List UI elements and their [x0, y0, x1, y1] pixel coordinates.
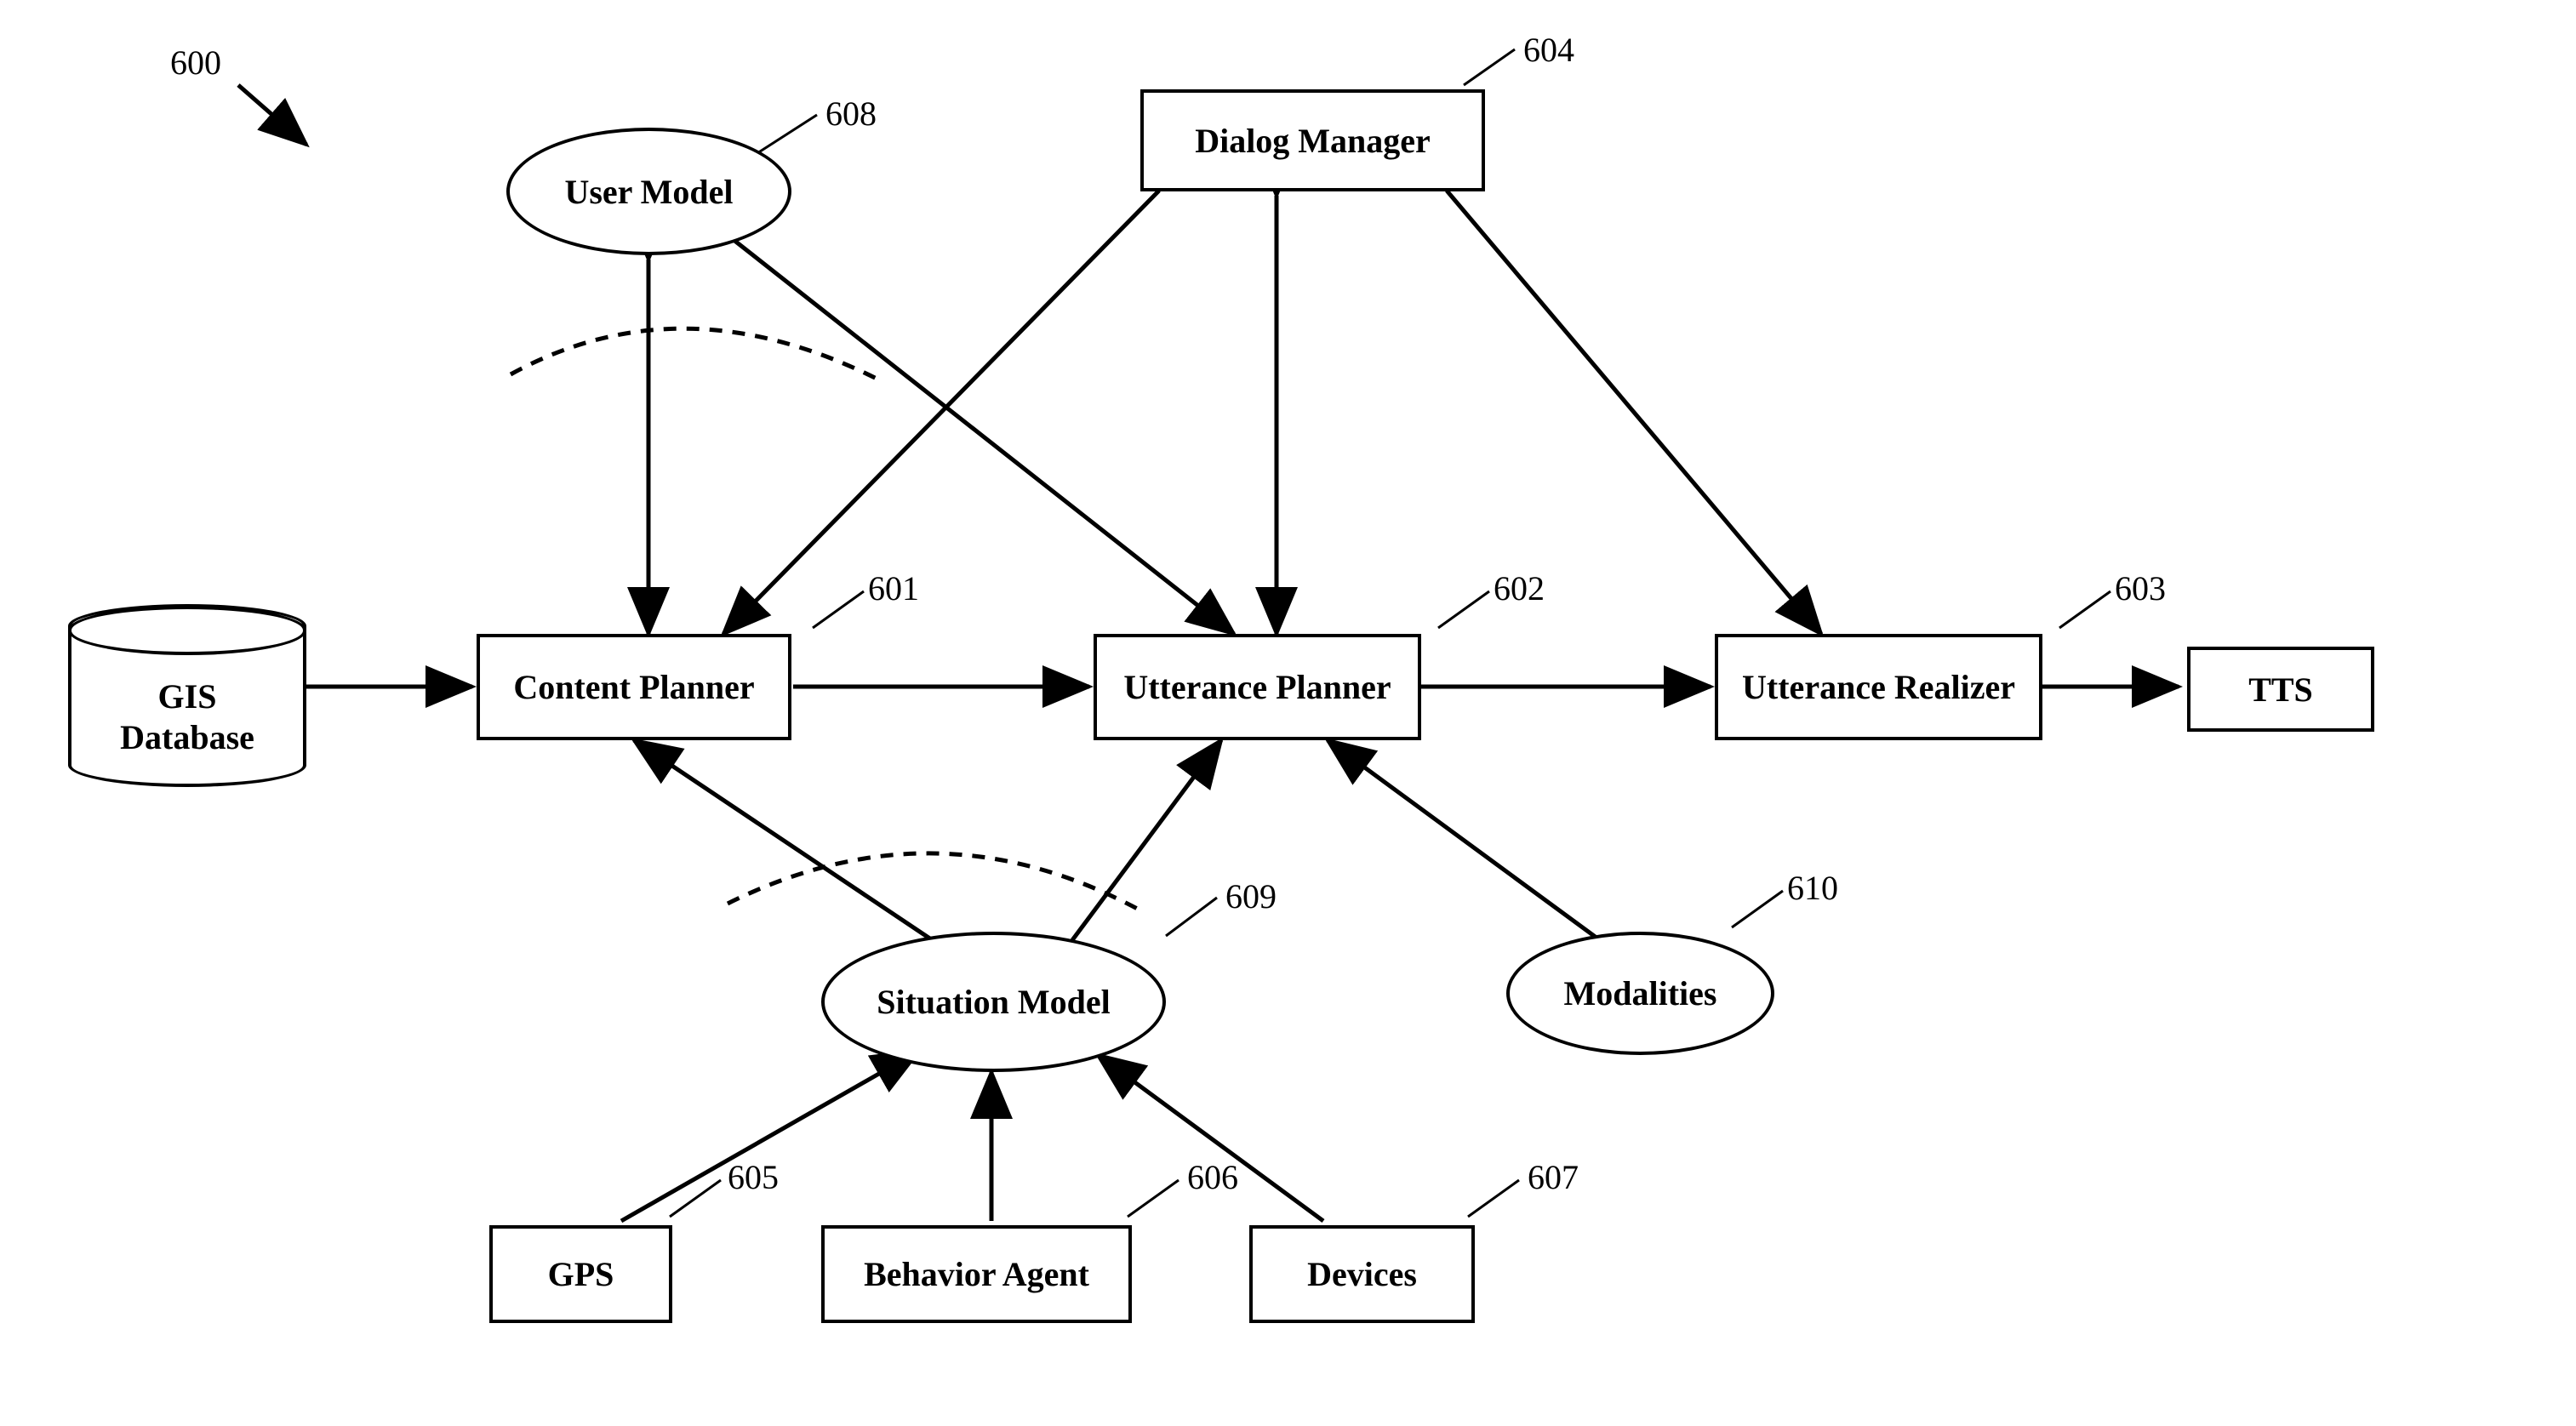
utterance-realizer-label: Utterance Realizer: [1742, 667, 2015, 707]
gps-ref: 605: [728, 1157, 779, 1197]
situation-model-label: Situation Model: [877, 982, 1110, 1022]
tts-label: TTS: [2248, 670, 2313, 710]
devices-label: Devices: [1307, 1254, 1417, 1294]
content-planner-node: Content Planner: [477, 634, 791, 740]
devices-node: Devices: [1249, 1225, 1475, 1323]
user-model-label: User Model: [564, 172, 733, 212]
modalities-label: Modalities: [1564, 973, 1717, 1013]
dialog-manager-label: Dialog Manager: [1195, 121, 1431, 161]
user-model-ref: 608: [825, 94, 877, 134]
utterance-planner-node: Utterance Planner: [1094, 634, 1421, 740]
tts-node: TTS: [2187, 647, 2374, 732]
behavior-agent-ref: 606: [1187, 1157, 1238, 1197]
gps-label: GPS: [548, 1254, 614, 1294]
utterance-realizer-ref: 603: [2115, 568, 2166, 608]
modalities-ref: 610: [1787, 868, 1838, 908]
behavior-agent-node: Behavior Agent: [821, 1225, 1132, 1323]
dialog-manager-ref: 604: [1523, 30, 1574, 70]
situation-model-node: Situation Model: [821, 932, 1166, 1072]
utterance-realizer-node: Utterance Realizer: [1715, 634, 2042, 740]
modalities-node: Modalities: [1506, 932, 1774, 1055]
behavior-agent-label: Behavior Agent: [864, 1254, 1089, 1294]
figure-ref: 600: [170, 43, 221, 83]
gps-node: GPS: [489, 1225, 672, 1323]
gis-database-node: GIS Database: [68, 604, 306, 787]
situation-model-ref: 609: [1225, 876, 1277, 916]
dialog-manager-node: Dialog Manager: [1140, 89, 1485, 191]
utterance-planner-ref: 602: [1494, 568, 1545, 608]
gis-database-label: GIS Database: [68, 676, 306, 758]
content-planner-ref: 601: [868, 568, 919, 608]
content-planner-label: Content Planner: [513, 667, 754, 707]
devices-ref: 607: [1528, 1157, 1579, 1197]
user-model-node: User Model: [506, 128, 791, 255]
utterance-planner-label: Utterance Planner: [1123, 667, 1391, 707]
